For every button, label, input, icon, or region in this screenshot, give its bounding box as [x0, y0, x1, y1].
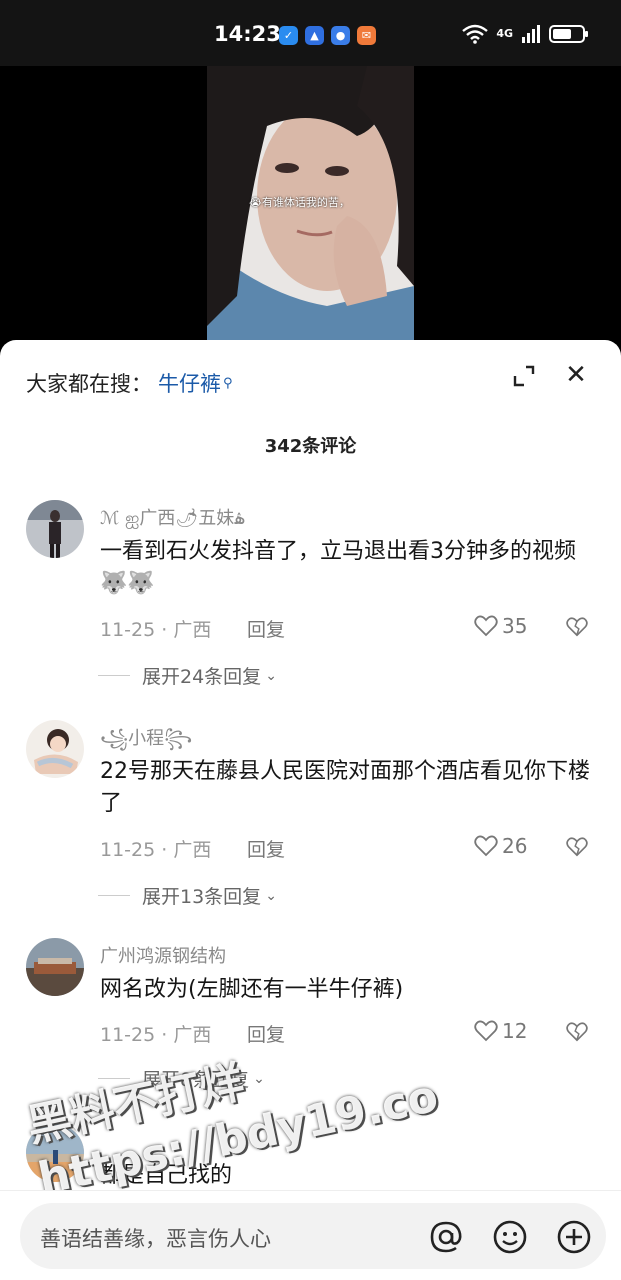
chevron-down-icon: ⌄	[253, 1070, 265, 1087]
battery-icon	[549, 25, 588, 43]
broken-heart-icon[interactable]	[566, 1021, 588, 1043]
heart-icon	[474, 835, 498, 857]
expand-replies-label: 展开13条回复	[142, 886, 262, 908]
like-count: 12	[502, 1019, 528, 1043]
expand-replies-label: 展开8条回复	[142, 1069, 250, 1091]
video-frame[interactable]: 😭有谁体话我的苦，	[207, 66, 414, 356]
comment-count: 342条评论	[264, 436, 357, 457]
wifi-icon	[462, 24, 489, 44]
status-bar: 14:23 ✓ ▲ ● ✉ 4G	[0, 0, 621, 66]
emoji-icon[interactable]	[492, 1219, 528, 1255]
avatar-image	[26, 720, 84, 778]
comment-text: 网名改为(左脚还有一半牛仔裤)	[100, 977, 404, 1002]
comment-item: ℳ ஐ广西🌶五妹ۿ 一看到石火发抖音了，立马退出看3分钟多的视频🐺🐺 11-25…	[0, 498, 621, 698]
avatar-image	[26, 500, 84, 558]
at-icon[interactable]	[428, 1219, 464, 1255]
search-icon: ⚲	[223, 375, 233, 391]
avatar[interactable]	[26, 720, 84, 778]
comment-input-bar: 善语结善缘，恶言伤人心	[0, 1190, 621, 1280]
avatar-image	[26, 938, 84, 996]
comment-date-location: 11-25 · 广西	[100, 839, 212, 861]
status-app-icons: ✓ ▲ ● ✉	[279, 26, 376, 45]
heart-icon	[474, 615, 498, 637]
like-count: 35	[502, 614, 528, 638]
search-prefix: 大家都在搜：	[26, 372, 152, 396]
video-thumbnail-image	[207, 66, 414, 356]
close-icon[interactable]: ✕	[563, 362, 589, 388]
reply-button[interactable]: 回复	[247, 1020, 285, 1047]
expand-replies-button[interactable]: 展开13条回复 ⌄	[98, 882, 277, 909]
plus-circle-icon[interactable]	[556, 1219, 592, 1255]
suggested-search[interactable]: 大家都在搜： 牛仔裤 ⚲	[26, 368, 233, 398]
expand-replies-label: 展开24条回复	[142, 666, 262, 688]
comment-item: 广州鸿源钢结构 网名改为(左脚还有一半牛仔裤) 11-25 · 广西 回复 12…	[0, 936, 621, 1106]
comment-date-location: 11-25 · 广西	[100, 1024, 212, 1046]
broken-heart-icon[interactable]	[566, 836, 588, 858]
comment-input[interactable]: 善语结善缘，恶言伤人心	[20, 1203, 606, 1269]
comment-text: 22号那天在藤县人民医院对面那个酒店看见你下楼了	[100, 759, 590, 816]
like-button[interactable]: 26	[474, 834, 527, 858]
expand-replies-button[interactable]: 展开24条回复 ⌄	[98, 662, 277, 689]
like-count: 26	[502, 834, 528, 858]
divider-dash	[98, 675, 130, 676]
expand-replies-button[interactable]: 展开8条回复 ⌄	[98, 1065, 265, 1092]
browser-app-icon: ●	[331, 26, 350, 45]
reply-button[interactable]: 回复	[247, 615, 285, 642]
reply-button[interactable]: 回复	[247, 835, 285, 862]
compass-app-icon: ▲	[305, 26, 324, 45]
comment-date-location: 11-25 · 广西	[100, 619, 212, 641]
broken-heart-icon[interactable]	[566, 616, 588, 638]
message-app-icon: ✉	[357, 26, 376, 45]
comment-username[interactable]: 广州鸿源钢结构	[100, 942, 226, 968]
comment-item: 都是自己找的	[0, 1122, 621, 1192]
search-term-link[interactable]: 牛仔裤	[158, 368, 221, 398]
network-type: 4G	[496, 27, 513, 40]
avatar[interactable]	[26, 500, 84, 558]
chevron-down-icon: ⌄	[265, 667, 277, 684]
divider-dash	[98, 895, 130, 896]
heart-icon	[474, 1020, 498, 1042]
like-button[interactable]: 35	[474, 614, 527, 638]
avatar[interactable]	[26, 1124, 84, 1182]
avatar[interactable]	[26, 938, 84, 996]
chevron-down-icon: ⌄	[265, 887, 277, 904]
signal-icon	[522, 25, 540, 43]
comments-panel: 大家都在搜： 牛仔裤 ⚲ ✕ 342条评论 ℳ ஐ广西🌶五妹ۿ 一看到石火发抖音…	[0, 340, 621, 1280]
comment-username[interactable]: ℳ ஐ广西🌶五妹ۿ	[100, 504, 245, 531]
video-area[interactable]: 😭有谁体话我的苦，	[0, 66, 621, 356]
comment-text: 一看到石火发抖音了，立马退出看3分钟多的视频🐺🐺	[100, 539, 576, 596]
comment-text: 都是自己找的	[100, 1163, 233, 1188]
expand-icon[interactable]	[512, 364, 536, 388]
shield-app-icon: ✓	[279, 26, 298, 45]
divider-dash	[98, 1078, 130, 1079]
comment-input-placeholder: 善语结善缘，恶言伤人心	[40, 1227, 271, 1251]
like-button[interactable]: 12	[474, 1019, 527, 1043]
status-time: 14:23	[214, 22, 281, 46]
video-caption: 😭有谁体话我的苦，	[249, 196, 350, 209]
comment-item: ꧁小程꧂ 22号那天在藤县人民医院对面那个酒店看见你下楼了 11-25 · 广西…	[0, 718, 621, 918]
status-right: 4G	[462, 24, 588, 44]
screen: 14:23 ✓ ▲ ● ✉ 4G 😭有谁体话我的苦， 大家都在搜： 牛仔裤 ⚲ …	[0, 0, 621, 1280]
avatar-image	[26, 1124, 84, 1182]
